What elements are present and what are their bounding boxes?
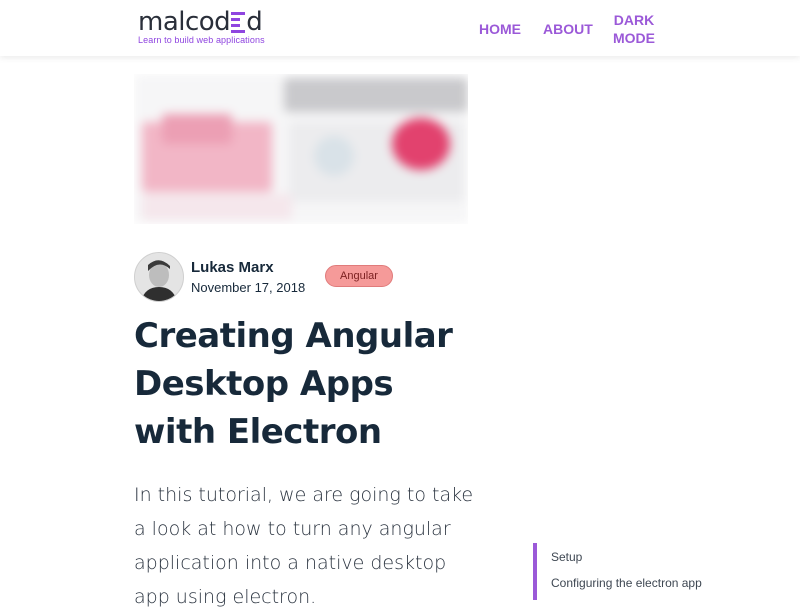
site-header: malcod d Learn to build web applications… xyxy=(0,0,800,56)
toc-item-setup[interactable]: Setup xyxy=(551,550,582,564)
dark-mode-label-line1: DARK xyxy=(613,12,655,28)
site-logo[interactable]: malcod d Learn to build web applications xyxy=(138,8,265,45)
category-tag[interactable]: Angular xyxy=(325,265,393,287)
author-photo-icon xyxy=(135,253,183,301)
logo-wordmark: malcod d xyxy=(138,8,265,36)
logo-e-bars-icon xyxy=(231,11,246,33)
logo-tagline: Learn to build web applications xyxy=(138,35,265,45)
logo-text-start: malcod xyxy=(138,7,231,37)
author-avatar xyxy=(134,252,184,302)
toc-indicator-bar xyxy=(533,543,537,600)
article-hero-image xyxy=(134,74,468,224)
post-date: November 17, 2018 xyxy=(191,280,306,295)
nav-about-link[interactable]: ABOUT xyxy=(543,20,593,38)
dark-mode-label-line2: MODE xyxy=(613,30,655,46)
nav-dark-mode-toggle[interactable]: DARK MODE xyxy=(613,11,655,47)
author-name[interactable]: Lukas Marx xyxy=(191,259,274,276)
article-title: Creating Angular Desktop Apps with Elect… xyxy=(134,316,453,452)
article-intro: In this tutorial, we are going to take a… xyxy=(134,484,474,608)
toc-item-configuring-electron[interactable]: Configuring the electron app xyxy=(551,576,702,590)
logo-text-end: d xyxy=(246,7,263,37)
nav-home-link[interactable]: HOME xyxy=(479,20,521,38)
